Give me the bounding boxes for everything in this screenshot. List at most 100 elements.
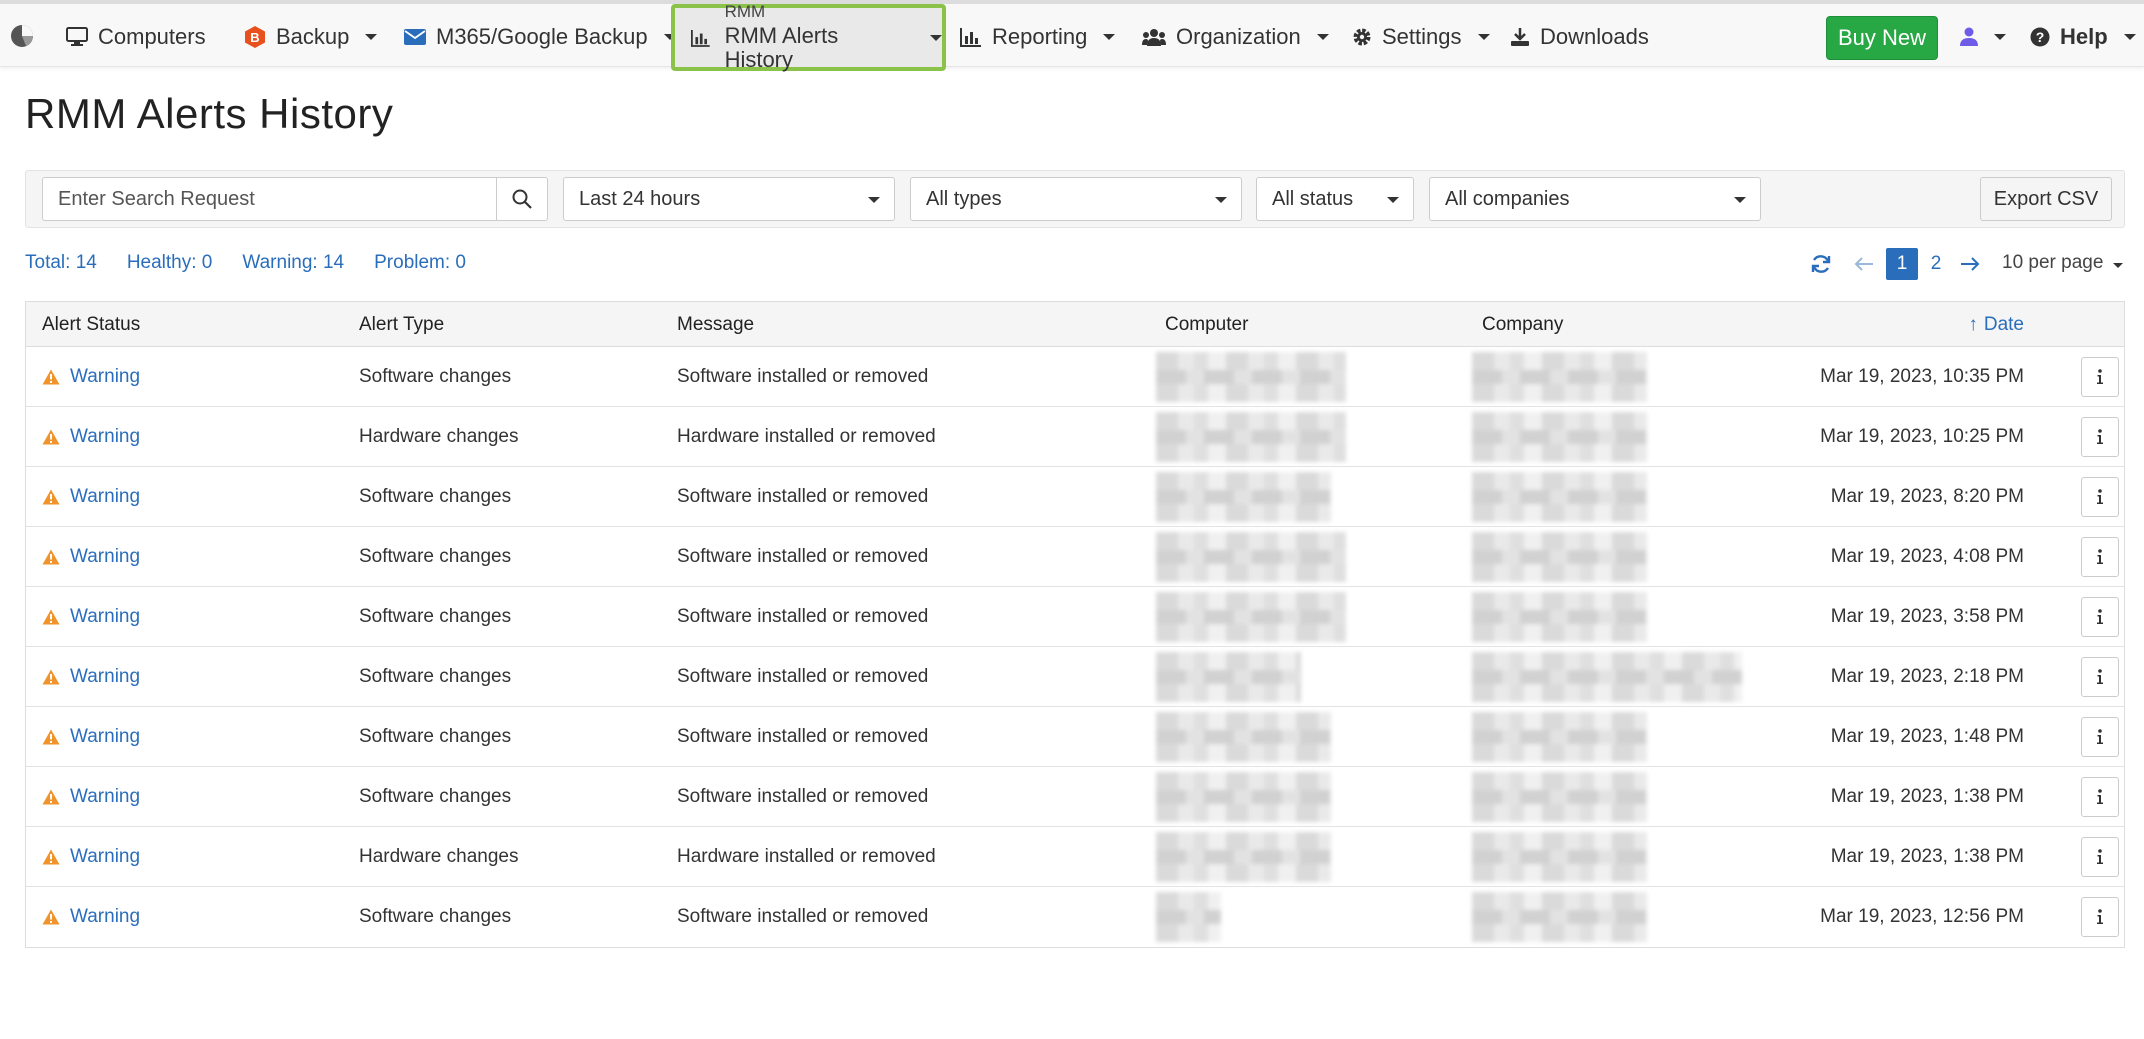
alert-status-link[interactable]: Warning [42, 486, 140, 508]
logo-icon[interactable] [10, 24, 34, 48]
date-cell: Mar 19, 2023, 2:18 PM [1830, 666, 2024, 687]
chevron-down-icon [1994, 34, 2006, 40]
pagination: 1 2 [1810, 248, 1980, 280]
alert-status-link[interactable]: Warning [42, 546, 140, 568]
backup-icon: B [245, 26, 265, 48]
refresh-icon [1811, 255, 1831, 273]
alert-type-cell: Software changes [359, 666, 512, 687]
alert-status-label: Warning [70, 366, 141, 387]
alert-info-button[interactable] [2081, 597, 2119, 637]
warning-triangle-icon [42, 549, 60, 565]
export-csv-button[interactable]: Export CSV [1980, 177, 2112, 221]
message-cell: Software installed or removed [677, 606, 929, 627]
alert-status-link[interactable]: Warning [42, 846, 140, 868]
chevron-down-icon [1477, 34, 1490, 40]
company-select[interactable]: All companies [1429, 177, 1761, 221]
page-1-button[interactable]: 1 [1886, 248, 1918, 280]
alert-status-link[interactable]: Warning [42, 606, 140, 628]
nav-backup[interactable]: B Backup [244, 8, 378, 66]
stat-warning[interactable]: Warning: 14 [242, 252, 344, 274]
alert-info-button[interactable] [2081, 717, 2119, 757]
alert-status-cell: Warning [42, 587, 140, 647]
sort-asc-icon: ↑ [1968, 313, 1978, 335]
nav-rmm-alerts-history[interactable]: RMM RMM Alerts History [671, 2, 946, 72]
alert-status-link[interactable]: Warning [42, 786, 140, 808]
alert-status-cell: Warning [42, 347, 140, 407]
gear-icon [1353, 28, 1371, 46]
nav-m365-backup[interactable]: M365/Google Backup [404, 8, 676, 66]
alert-info-button[interactable] [2081, 657, 2119, 697]
chevron-down-icon [2123, 34, 2136, 40]
nav-help[interactable]: ? Help [2030, 8, 2136, 66]
alert-info-button[interactable] [2081, 477, 2119, 517]
type-select[interactable]: All types [910, 177, 1242, 221]
status-select[interactable]: All status [1256, 177, 1414, 221]
stat-healthy[interactable]: Healthy: 0 [127, 252, 213, 274]
per-page-select[interactable]: 10 per page [2002, 252, 2124, 274]
page-2-button[interactable]: 2 [1920, 248, 1952, 280]
alert-info-button[interactable] [2081, 897, 2119, 937]
nav-reporting[interactable]: Reporting [960, 8, 1116, 66]
alert-info-button[interactable] [2081, 837, 2119, 877]
alert-status-link[interactable]: Warning [42, 426, 140, 448]
alert-info-button[interactable] [2081, 417, 2119, 457]
alert-status-link[interactable]: Warning [42, 906, 140, 928]
company-name-redacted [1472, 592, 1647, 642]
alert-status-link[interactable]: Warning [42, 366, 140, 388]
chevron-down-icon [1734, 197, 1746, 203]
warning-triangle-icon [42, 669, 60, 685]
col-date[interactable]: ↑ Date [1968, 302, 2024, 347]
next-page-button[interactable] [1960, 257, 1980, 271]
stat-problem[interactable]: Problem: 0 [374, 252, 466, 274]
chevron-down-icon [2113, 262, 2124, 268]
table-row: Warning Software changes Software installe… [26, 587, 2124, 647]
nav-organization[interactable]: Organization [1142, 8, 1329, 66]
alert-status-link[interactable]: Warning [42, 726, 140, 748]
search-icon [512, 189, 532, 209]
search-input[interactable] [42, 177, 496, 221]
svg-text:?: ? [2036, 29, 2045, 45]
alert-info-button[interactable] [2081, 777, 2119, 817]
alert-status-cell: Warning [42, 407, 140, 467]
col-company[interactable]: Company [1482, 302, 1563, 347]
alert-type-cell: Hardware changes [359, 426, 519, 447]
user-menu[interactable] [1960, 8, 2006, 66]
chevron-down-icon [1387, 197, 1399, 203]
nav-reporting-label: Reporting [992, 24, 1088, 49]
stat-total[interactable]: Total: 14 [25, 252, 97, 274]
alert-status-label: Warning [70, 606, 141, 627]
alert-info-button[interactable] [2081, 357, 2119, 397]
alert-status-label: Warning [70, 846, 141, 867]
col-computer[interactable]: Computer [1165, 302, 1248, 347]
alert-type-cell: Software changes [359, 906, 512, 927]
date-cell: Mar 19, 2023, 1:38 PM [1830, 846, 2024, 867]
company-name-redacted [1472, 892, 1647, 942]
chevron-down-icon [868, 197, 880, 203]
company-name-redacted [1472, 832, 1647, 882]
search-button[interactable] [496, 177, 548, 221]
company-name-redacted [1472, 472, 1647, 522]
period-select[interactable]: Last 24 hours [563, 177, 895, 221]
col-message[interactable]: Message [677, 302, 754, 347]
date-cell: Mar 19, 2023, 10:25 PM [1820, 426, 2024, 447]
buy-new-button[interactable]: Buy New [1826, 16, 1938, 60]
chevron-down-icon [930, 34, 942, 41]
alert-info-button[interactable] [2081, 537, 2119, 577]
table-row: Warning Hardware changes Hardware installe… [26, 407, 2124, 467]
alert-stats: Total: 14 Healthy: 0 Warning: 14 Problem… [25, 252, 466, 274]
computer-name-redacted [1156, 532, 1346, 582]
col-alert-status[interactable]: Alert Status [42, 302, 140, 347]
alert-type-cell: Software changes [359, 546, 512, 567]
info-icon [2097, 849, 2103, 864]
alert-status-cell: Warning [42, 527, 140, 587]
alert-status-link[interactable]: Warning [42, 666, 140, 688]
info-icon [2097, 489, 2103, 504]
refresh-button[interactable] [1810, 253, 1832, 275]
nav-computers[interactable]: Computers [66, 8, 206, 66]
info-icon [2097, 789, 2103, 804]
prev-page-button[interactable] [1854, 257, 1874, 271]
nav-downloads[interactable]: Downloads [1510, 8, 1649, 66]
alerts-table: Alert Status Alert Type Message Computer… [25, 301, 2125, 948]
nav-settings[interactable]: Settings [1352, 8, 1490, 66]
col-alert-type[interactable]: Alert Type [359, 302, 444, 347]
